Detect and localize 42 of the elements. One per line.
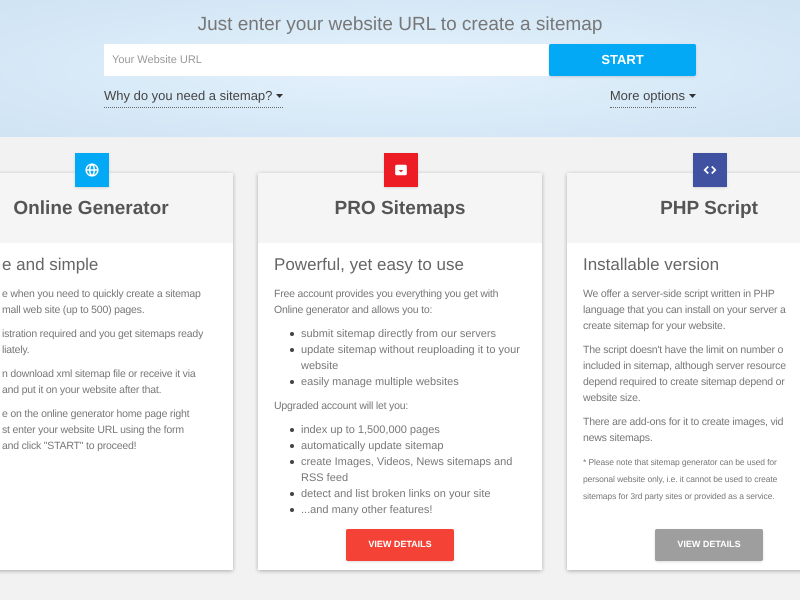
paragraph: e when you need to quickly create a sitemap mall web site (up to 500) pages. [2, 286, 202, 318]
view-details-button[interactable]: VIEW DETAILS [346, 529, 454, 561]
start-button[interactable]: START [549, 44, 696, 76]
list-item: ...and many other features! [301, 502, 432, 518]
list-item: easily manage multiple websites [301, 374, 459, 390]
bullet-icon [290, 332, 294, 336]
list-item: automatically update sitemap [301, 438, 444, 454]
bullet-icon [290, 428, 294, 432]
code-icon [703, 163, 717, 177]
caret-icon [276, 94, 284, 98]
caret-icon [689, 94, 696, 98]
list-item: submit sitemap directly from our servers [301, 326, 496, 342]
footnote: * Please note that sitemap generator can be used for personal website only, i.e. it cannot be used to create sitemaps for 3rd party sites or provided as a service. [583, 456, 778, 503]
paragraph: We offer a server-side script written in PHP language that you can install on your server a create sitemap for your website. [583, 286, 787, 334]
card-title: PRO Sitemaps [334, 196, 466, 220]
card-subtitle: Installable version [583, 254, 720, 276]
paragraph: n download xml sitemap file or receive it via and put it on your website after that. [2, 366, 197, 398]
dropdown-link[interactable]: More options [610, 86, 696, 108]
paragraph: istration required and you get sitemaps ready liately. [2, 326, 204, 358]
paragraph: Upgraded account will let you: [274, 398, 410, 414]
paragraph: Free account provides you everything you get with Online generator and allows you to: [274, 286, 500, 318]
list-item: index up to 1,500,000 pages [301, 422, 440, 438]
paragraph: There are add-ons for it to create images, vid news sitemaps. [583, 414, 784, 446]
card-title: Online Generator [13, 196, 169, 220]
paragraph: The script doesn't have the limit on number o included in sitemap, although server resource depend required to create sitemap depend or website size. [583, 342, 787, 406]
card-subtitle: e and simple [2, 254, 100, 276]
card-title: PHP Script [660, 196, 758, 220]
paragraph: e on the online generator home page right st enter your website URL using the form and click "START" to proceed! [2, 406, 190, 454]
card-subtitle: Powerful, yet easy to use [274, 254, 465, 276]
bullet-icon [290, 492, 294, 496]
dropdown-link[interactable]: Why do you need a sitemap? [104, 86, 284, 108]
list-item: detect and list broken links on your site [301, 486, 491, 502]
globe-icon [85, 163, 99, 177]
inbox-icon [394, 163, 408, 177]
view-details-button[interactable]: VIEW DETAILS [655, 529, 763, 561]
bullet-icon [290, 348, 294, 352]
headline: Just enter your website URL to create a sitemap [198, 13, 602, 37]
bullet-icon [290, 380, 294, 384]
bullet-icon [290, 460, 294, 464]
url-input[interactable]: Your Website URL [104, 44, 549, 76]
bullet-icon [290, 508, 294, 512]
bullet-icon [290, 444, 294, 448]
